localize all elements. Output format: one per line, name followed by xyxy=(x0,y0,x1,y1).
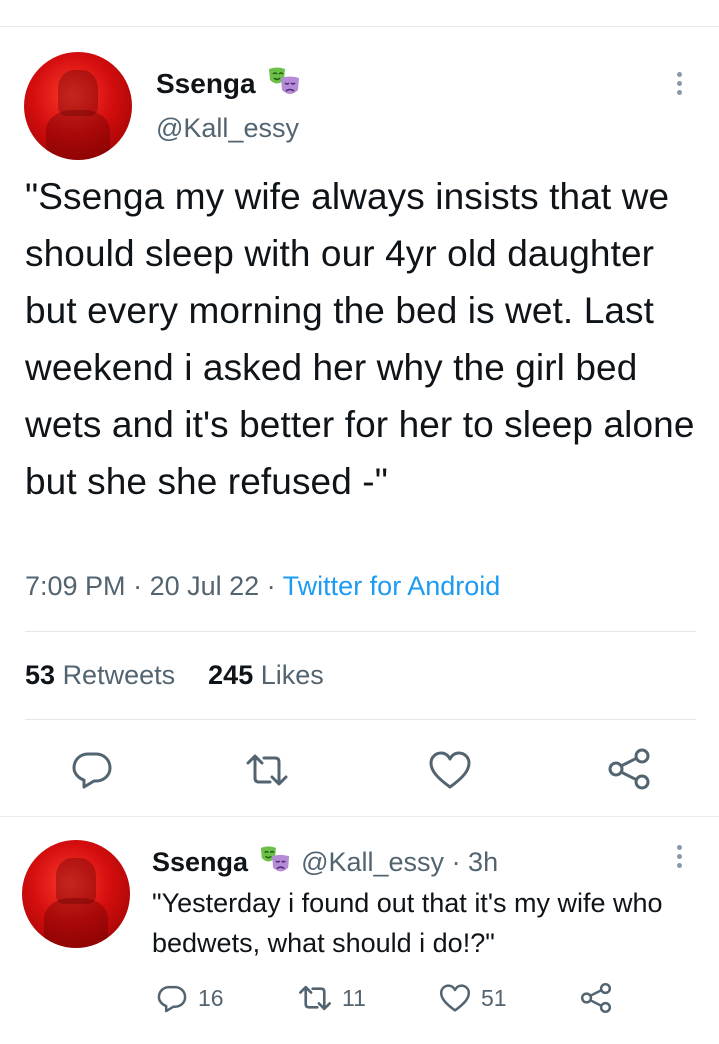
divider xyxy=(25,719,696,720)
reply-more-options-icon[interactable] xyxy=(677,845,685,872)
reply-text: "Yesterday i found out that it's my wife… xyxy=(152,888,663,958)
reply-author-name[interactable]: Ssenga xyxy=(152,847,248,877)
author-name[interactable]: Ssenga xyxy=(156,68,256,100)
reply-reply-action[interactable]: 16 xyxy=(156,981,224,1015)
reply-icon[interactable] xyxy=(70,747,114,791)
divider xyxy=(25,631,696,632)
tweet-time: 7:09 PM xyxy=(25,571,126,601)
like-icon xyxy=(439,984,471,1012)
reply-author-avatar[interactable] xyxy=(22,840,130,948)
reply-icon xyxy=(157,985,187,1013)
reply-like-action[interactable]: 51 xyxy=(439,981,507,1015)
tweet-source-link[interactable]: Twitter for Android xyxy=(283,571,501,601)
share-icon xyxy=(580,982,612,1014)
like-icon[interactable] xyxy=(428,748,472,792)
likes-label: Likes xyxy=(260,660,324,690)
retweet-icon xyxy=(299,985,331,1011)
reply-age: · 3h xyxy=(451,847,499,877)
tweet-text: "Ssenga my wife always insists that we s… xyxy=(25,176,695,502)
avatar-figure-body xyxy=(46,110,110,160)
retweets-stat[interactable]: 53 Retweets xyxy=(25,660,175,690)
author-avatar[interactable] xyxy=(24,52,132,160)
retweets-count: 53 xyxy=(25,660,56,690)
author-handle[interactable]: @Kall_essy xyxy=(156,113,299,144)
reply-retweet-action[interactable]: 11 xyxy=(298,981,366,1015)
likes-stat[interactable]: 245 Likes xyxy=(208,660,324,690)
meta-separator: · xyxy=(259,571,283,601)
more-options-icon[interactable] xyxy=(677,72,685,99)
retweet-icon[interactable] xyxy=(245,748,289,792)
top-divider xyxy=(0,26,719,27)
reply-author-handle[interactable]: @Kall_essy xyxy=(301,847,444,877)
retweet-count: 11 xyxy=(342,984,366,1011)
meta-separator: · xyxy=(125,571,150,601)
tweet-divider xyxy=(0,816,719,817)
avatar-figure-body xyxy=(44,898,108,948)
reply-count: 16 xyxy=(198,984,224,1011)
theater-masks-icon xyxy=(269,67,299,94)
tweet-date: 20 Jul 22 xyxy=(149,571,260,601)
likes-count: 245 xyxy=(208,660,254,690)
like-count: 51 xyxy=(481,984,507,1011)
theater-masks-icon xyxy=(260,846,289,872)
tweet-meta: 7:09 PM · 20 Jul 22 · Twitter for Androi… xyxy=(25,571,500,602)
retweets-label: Retweets xyxy=(62,660,176,690)
reply-header: Ssenga @Kall_essy · 3h xyxy=(152,845,498,878)
share-icon[interactable] xyxy=(607,747,651,791)
tweet-stats: 53 Retweets 245 Likes xyxy=(25,660,324,691)
reply-share-action[interactable] xyxy=(580,981,622,1015)
